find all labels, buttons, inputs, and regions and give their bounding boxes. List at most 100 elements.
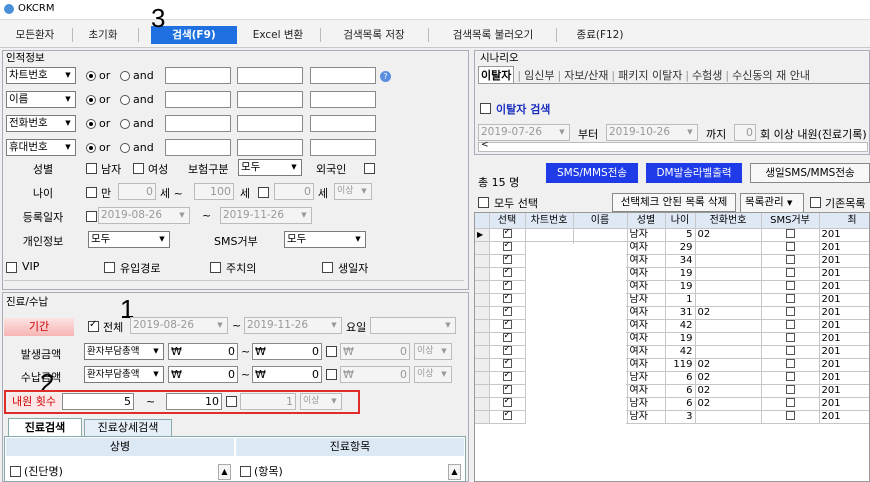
scenario-tab[interactable]: 수신동의 재 안내 xyxy=(732,67,810,83)
scroll-up-icon[interactable]: ▲ xyxy=(448,464,461,480)
phone-field-select[interactable]: 전화번호 ▼ xyxy=(6,115,76,132)
scenario-tab[interactable]: 수험생 xyxy=(692,67,722,83)
sms-reject-checkbox[interactable] xyxy=(785,371,795,381)
chart-number-input-3[interactable] xyxy=(310,67,376,84)
grid-header-4[interactable]: 나이 xyxy=(665,213,696,229)
chart-number-input-2[interactable] xyxy=(237,67,303,84)
occur-extra-checkbox[interactable] xyxy=(326,346,337,357)
mobile-or-radio[interactable] xyxy=(86,143,96,153)
occur-extra-input[interactable]: ₩0 xyxy=(340,343,410,360)
mobile-input-3[interactable] xyxy=(310,139,376,156)
load-search-list-button[interactable]: 검색목록 불러오기 xyxy=(440,26,546,44)
paid-to-input[interactable]: ₩0 xyxy=(252,366,322,383)
sms-reject-checkbox[interactable] xyxy=(785,397,795,407)
sms-reject-checkbox[interactable] xyxy=(785,319,795,329)
visits-from-input[interactable]: 5 xyxy=(62,393,134,410)
visits-extra-checkbox[interactable] xyxy=(226,396,237,407)
sms-reject-checkbox[interactable] xyxy=(785,228,795,238)
vip-checkbox[interactable] xyxy=(6,262,17,273)
help-icon[interactable]: ? xyxy=(380,71,391,82)
tab-treatment-search[interactable]: 진료검색 xyxy=(8,418,82,436)
sms-reject-checkbox[interactable] xyxy=(785,267,795,277)
sms-reject-checkbox[interactable] xyxy=(785,280,795,290)
sms-reject-checkbox[interactable] xyxy=(785,306,795,316)
age-to-input[interactable]: 100 xyxy=(194,183,234,200)
sms-reject-checkbox[interactable] xyxy=(785,293,795,303)
age-from-input[interactable]: 0 xyxy=(118,183,156,200)
row-checkbox[interactable] xyxy=(502,345,512,355)
sms-reject-checkbox[interactable] xyxy=(785,241,795,251)
doctor-checkbox[interactable] xyxy=(210,262,221,273)
grid-header-7[interactable]: 최 xyxy=(819,213,869,229)
occur-type-select[interactable]: 환자부담총액 ▼ xyxy=(84,343,164,360)
occur-extra-select[interactable]: 이상 ▼ xyxy=(414,343,452,360)
name-input-1[interactable] xyxy=(165,91,231,108)
all-patients-button[interactable]: 모든환자 xyxy=(4,26,66,44)
row-select[interactable] xyxy=(489,306,526,320)
birthday-sms-button[interactable]: 생일SMS/MMS전송 xyxy=(750,163,870,183)
select-all-checkbox[interactable] xyxy=(478,197,489,208)
row-checkbox[interactable] xyxy=(502,306,512,316)
period-to[interactable]: 2019-11-26 ▼ xyxy=(244,317,342,334)
grid-header-5[interactable]: 전화번호 xyxy=(695,213,762,229)
table-row[interactable]: ▶ 남자 5 02 201 xyxy=(475,228,869,242)
tab-treatment-detail[interactable]: 진료상세검색 xyxy=(84,419,172,436)
list-manage-button[interactable]: 목록관리 ▼ xyxy=(740,193,804,213)
row-checkbox[interactable] xyxy=(502,371,512,381)
scenario-tab[interactable]: 패키지 이탈자 xyxy=(618,67,682,83)
inflow-checkbox[interactable] xyxy=(104,262,115,273)
scenario-tab[interactable]: 임신부 xyxy=(524,67,554,83)
grid-header-0[interactable]: 선택 xyxy=(489,213,526,229)
row-select[interactable] xyxy=(489,397,526,411)
chart-number-input-1[interactable] xyxy=(165,67,231,84)
scroll-up-icon[interactable]: ▲ xyxy=(218,464,231,480)
paid-type-select[interactable]: 환자부담총액 ▼ xyxy=(84,366,164,383)
occur-to-input[interactable]: ₩0 xyxy=(252,343,322,360)
foreigner-checkbox[interactable] xyxy=(364,163,375,174)
sms-reject-checkbox[interactable] xyxy=(785,254,795,264)
insurance-select[interactable]: 모두 ▼ xyxy=(238,159,302,176)
age-from-checkbox[interactable] xyxy=(86,187,97,198)
row-checkbox[interactable] xyxy=(502,267,512,277)
paid-extra-select[interactable]: 이상 ▼ xyxy=(414,366,452,383)
exit-button[interactable]: 종료(F12) xyxy=(566,26,634,44)
phone-and-radio[interactable] xyxy=(120,119,130,129)
row-select[interactable] xyxy=(489,345,526,359)
birthday-checkbox[interactable] xyxy=(322,262,333,273)
dropout-search-checkbox[interactable] xyxy=(480,103,491,114)
grid-header-6[interactable]: SMS거부 xyxy=(761,213,820,229)
period-from[interactable]: 2019-08-26 ▼ xyxy=(130,317,228,334)
sms-reject-checkbox[interactable] xyxy=(785,384,795,394)
sms-mms-send-button[interactable]: SMS/MMS전송 xyxy=(546,163,638,183)
row-checkbox[interactable] xyxy=(502,280,512,290)
row-checkbox[interactable] xyxy=(502,254,512,264)
privacy-select[interactable]: 모두 ▼ xyxy=(88,231,170,248)
age-extra-select[interactable]: 이상 ▼ xyxy=(334,183,372,200)
row-checkbox[interactable] xyxy=(502,241,512,251)
phone-input-3[interactable] xyxy=(310,115,376,132)
excel-export-button[interactable]: Excel 변환 xyxy=(243,26,313,44)
row-select[interactable] xyxy=(489,228,526,242)
female-checkbox[interactable] xyxy=(133,163,144,174)
row-checkbox[interactable] xyxy=(502,397,512,407)
chart-number-field-select[interactable]: 차트번호 ▼ xyxy=(6,67,76,84)
name-field-select[interactable]: 이름 ▼ xyxy=(6,91,76,108)
sms-reject-checkbox[interactable] xyxy=(785,358,795,368)
occur-from-input[interactable]: ₩0 xyxy=(168,343,238,360)
row-checkbox[interactable] xyxy=(502,332,512,342)
row-checkbox[interactable] xyxy=(502,410,512,420)
sms-reject-checkbox[interactable] xyxy=(785,410,795,420)
paid-extra-input[interactable]: ₩0 xyxy=(340,366,410,383)
row-select[interactable] xyxy=(489,254,526,268)
scenario-tab[interactable]: 이탈자 xyxy=(478,66,515,83)
disease-checkbox[interactable] xyxy=(10,466,21,477)
sms-reject-checkbox[interactable] xyxy=(785,345,795,355)
reg-date-to[interactable]: 2019-11-26 ▼ xyxy=(220,207,312,224)
male-checkbox[interactable] xyxy=(86,163,97,174)
row-checkbox[interactable] xyxy=(502,228,512,238)
grid-header-2[interactable]: 이름 xyxy=(573,213,628,229)
phone-input-1[interactable] xyxy=(165,115,231,132)
age-extra-checkbox[interactable] xyxy=(258,187,269,198)
sms-reject-select[interactable]: 모두 ▼ xyxy=(284,231,366,248)
treatment-item-checkbox[interactable] xyxy=(240,466,251,477)
